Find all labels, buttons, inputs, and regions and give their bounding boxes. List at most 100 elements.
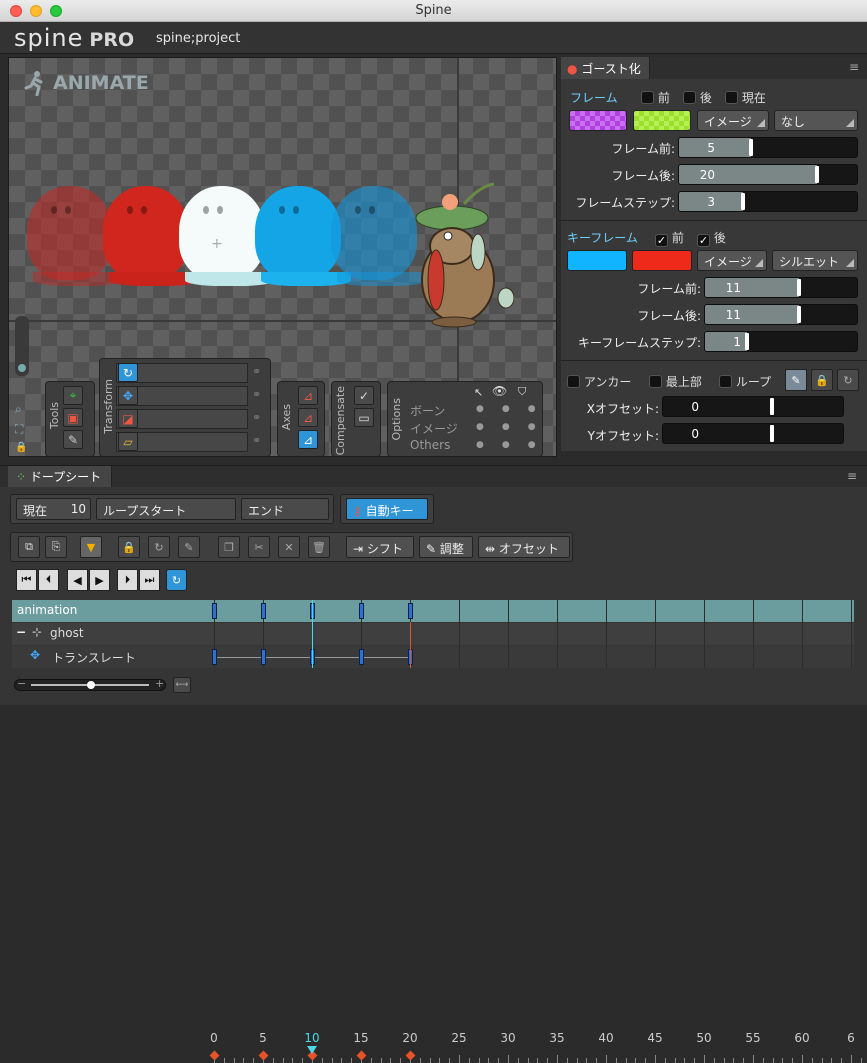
- rotate-row[interactable]: ↻: [116, 363, 248, 383]
- offset-button[interactable]: ⇹ オフセット: [478, 536, 570, 558]
- options-row-bones[interactable]: ボーン: [410, 402, 445, 419]
- keyframes-mode-dropdown[interactable]: イメージ: [697, 250, 767, 271]
- frames-after-checkbox[interactable]: 後: [683, 89, 712, 106]
- wrench-icon[interactable]: ✎: [178, 536, 200, 558]
- chain-link-icon[interactable]: ⚭: [252, 411, 266, 425]
- frames-before-color-swatch[interactable]: [569, 110, 627, 131]
- loop-checkbox[interactable]: ループ: [719, 373, 771, 390]
- trash-icon[interactable]: 🗑: [308, 536, 330, 558]
- checkmark-icon[interactable]: ✓: [697, 234, 710, 247]
- checkbox-icon[interactable]: [641, 91, 654, 104]
- timeline-tracks[interactable]: [204, 600, 854, 668]
- filter-icon[interactable]: ▼: [80, 536, 102, 558]
- keyframes-after-color-swatch[interactable]: [632, 250, 692, 271]
- copy-icon[interactable]: ⧉: [18, 536, 40, 558]
- frames-after-color-swatch[interactable]: [633, 110, 691, 131]
- playhead-marker[interactable]: [307, 1046, 317, 1054]
- chain-link-icon[interactable]: ⚭: [252, 434, 266, 448]
- shear-row[interactable]: ▱: [116, 432, 248, 452]
- step-back-button[interactable]: ⏴: [38, 569, 59, 591]
- weights-tool-button[interactable]: ▣: [63, 408, 83, 427]
- end-field[interactable]: エンド: [241, 498, 329, 520]
- frames-blend-dropdown[interactable]: なし: [774, 110, 858, 131]
- play-reverse-button[interactable]: ◀: [67, 569, 88, 591]
- keyframes-before-slider[interactable]: 11: [704, 277, 858, 298]
- slider-knob[interactable]: [770, 398, 774, 415]
- ruler-key-marker[interactable]: [405, 1050, 416, 1061]
- scale-icon[interactable]: ◪: [118, 409, 138, 428]
- keyframe[interactable]: [261, 649, 266, 665]
- keyframes-before-checkbox[interactable]: ✓ 前: [655, 229, 684, 247]
- keyframes-after-checkbox[interactable]: ✓ 後: [697, 229, 726, 247]
- slider-knob[interactable]: [770, 425, 774, 442]
- create-tool-button[interactable]: ✎: [63, 430, 83, 449]
- keyframes-before-color-swatch[interactable]: [567, 250, 627, 271]
- slider-knob[interactable]: [797, 306, 801, 323]
- checkbox-icon[interactable]: [725, 91, 738, 104]
- checkbox-icon[interactable]: [649, 375, 662, 388]
- delete-icon[interactable]: ✕: [278, 536, 300, 558]
- paste-icon[interactable]: ⎘: [45, 536, 67, 558]
- keyframe[interactable]: [408, 603, 413, 619]
- reset-button[interactable]: ↻: [837, 369, 859, 391]
- tab-dopesheet[interactable]: ⁘ ドープシート: [8, 466, 113, 487]
- checkbox-icon[interactable]: [683, 91, 696, 104]
- frames-after-slider[interactable]: 20: [678, 164, 858, 185]
- go-to-end-button[interactable]: ⏭: [139, 569, 160, 591]
- compensate-bones-button[interactable]: ✓: [354, 386, 374, 405]
- keyframes-step-slider[interactable]: 1: [704, 331, 858, 352]
- cut-icon[interactable]: ✂: [248, 536, 270, 558]
- world-axes-button[interactable]: ⊿: [298, 430, 318, 449]
- current-frame-value[interactable]: 10: [71, 502, 86, 516]
- ruler-key-marker[interactable]: [356, 1050, 367, 1061]
- adjust-button[interactable]: ✎ 調整: [419, 536, 473, 558]
- translate-row[interactable]: ✥: [116, 386, 248, 406]
- zoom-handle[interactable]: [87, 681, 95, 689]
- frames-before-slider[interactable]: 5: [678, 137, 858, 158]
- shift-button[interactable]: ⇥ シフト: [346, 536, 414, 558]
- chain-link-icon[interactable]: ⚭: [252, 388, 266, 402]
- loop-start-field[interactable]: ループスタート: [96, 498, 236, 520]
- autokey-button[interactable]: ⚷ 自動キー: [346, 498, 428, 520]
- slider-knob[interactable]: [748, 139, 753, 156]
- viewport[interactable]: ANIMATE + ⌕ ⛶ 🔒 Tools ⌖ ▣ ✎ Transform ↻ …: [8, 57, 557, 457]
- frames-before-checkbox[interactable]: 前: [641, 89, 670, 106]
- keyframe[interactable]: [261, 603, 266, 619]
- step-forward-button[interactable]: ⏵: [117, 569, 138, 591]
- lock-icon[interactable]: 🔒: [118, 536, 140, 558]
- keyframe[interactable]: [212, 603, 217, 619]
- shear-icon[interactable]: ▱: [118, 432, 138, 451]
- slider-knob[interactable]: [744, 333, 749, 350]
- go-to-start-button[interactable]: ⏮: [16, 569, 37, 591]
- fit-view-icon[interactable]: ⛶: [15, 422, 23, 437]
- slider-knob[interactable]: [797, 279, 801, 296]
- lock-icon[interactable]: 🔒: [15, 442, 27, 453]
- parent-axes-button[interactable]: ⊿: [298, 408, 318, 427]
- timeline-zoom-slider[interactable]: − +: [14, 677, 166, 691]
- zoom-slider[interactable]: [15, 316, 29, 376]
- frames-step-slider[interactable]: 3: [678, 191, 858, 212]
- tab-ghosting[interactable]: ● ゴースト化: [561, 57, 650, 79]
- ruler-key-marker[interactable]: [209, 1050, 220, 1061]
- checkbox-icon[interactable]: [567, 375, 580, 388]
- keyframes-after-slider[interactable]: 11: [704, 304, 858, 325]
- pose-tool-button[interactable]: ⌖: [63, 386, 83, 405]
- translate-icon[interactable]: ✥: [118, 386, 138, 405]
- x-offset-slider[interactable]: 0: [662, 396, 844, 417]
- local-axes-button[interactable]: ⊿: [298, 386, 318, 405]
- panel-menu-icon[interactable]: ≡: [849, 60, 859, 74]
- rotate-icon[interactable]: ↻: [118, 363, 138, 382]
- loop-icon[interactable]: ↻: [148, 536, 170, 558]
- zoom-out-icon[interactable]: −: [17, 677, 26, 690]
- panel-menu-icon[interactable]: ≡: [847, 469, 857, 483]
- collapse-icon[interactable]: −: [16, 625, 26, 639]
- options-row-images[interactable]: イメージ: [410, 420, 458, 437]
- chain-link-icon[interactable]: ⚭: [252, 365, 266, 379]
- play-button[interactable]: ▶: [89, 569, 110, 591]
- keyframes-blend-dropdown[interactable]: シルエット: [772, 250, 858, 271]
- fit-timeline-icon[interactable]: ⟷: [173, 677, 191, 693]
- top-checkbox[interactable]: 最上部: [649, 373, 702, 390]
- frames-mode-dropdown[interactable]: イメージ: [697, 110, 769, 131]
- checkmark-icon[interactable]: ✓: [655, 234, 668, 247]
- anchor-checkbox[interactable]: アンカー: [567, 373, 631, 390]
